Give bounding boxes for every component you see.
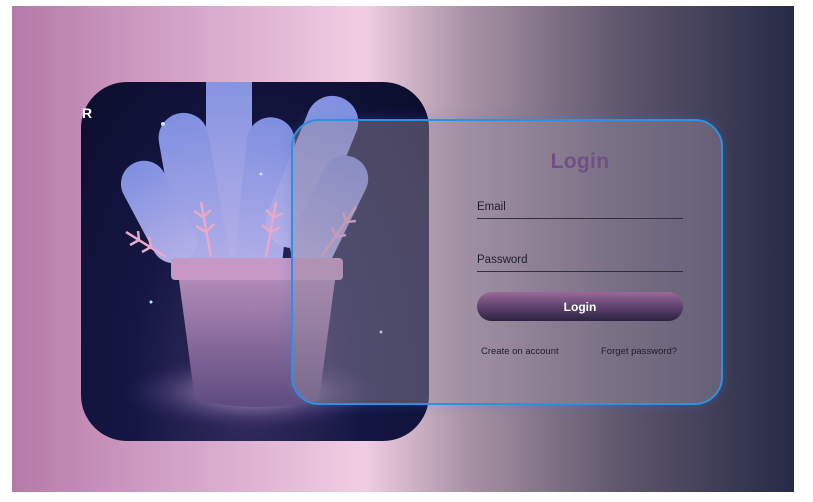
login-button[interactable]: Login <box>477 292 683 321</box>
password-label: Password <box>477 254 528 266</box>
email-label: Email <box>477 201 506 213</box>
forgot-password-link[interactable]: Forget password? <box>601 346 677 357</box>
brand-letter: R <box>82 105 93 121</box>
password-field[interactable]: Password <box>477 249 683 272</box>
email-field[interactable]: Email <box>477 196 683 219</box>
login-title: Login <box>550 150 610 173</box>
create-account-link[interactable]: Create on account <box>481 346 559 357</box>
